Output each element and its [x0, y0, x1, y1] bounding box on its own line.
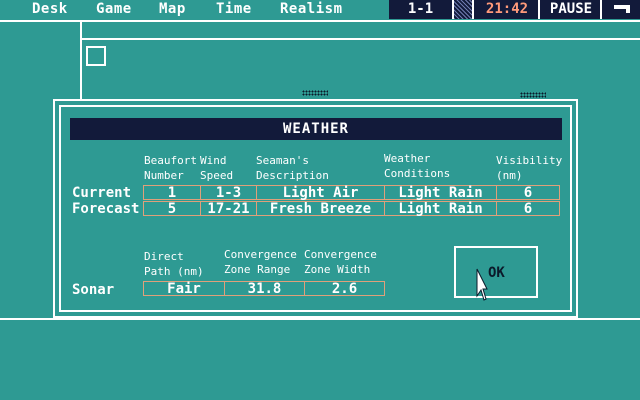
panel-hline — [80, 38, 640, 40]
row-label-sonar: Sonar — [72, 282, 115, 298]
cell-forecast-conditions: Light Rain — [384, 201, 497, 216]
row-label-current: Current — [72, 185, 132, 201]
cell-current-beaufort: 1 — [143, 185, 201, 200]
dots-marker-2 — [520, 92, 546, 98]
panel-checkbox[interactable] — [86, 46, 106, 66]
header-wind-speed: Wind Speed — [200, 154, 234, 182]
cell-sonar-range: 31.8 — [224, 281, 305, 296]
header-visibility: Visibility (nm) — [496, 154, 563, 182]
header-direct-path: Direct Path (nm) — [144, 250, 204, 278]
menu-map[interactable]: Map — [159, 1, 186, 17]
window-icon[interactable] — [600, 0, 640, 19]
cell-sonar-direct: Fair — [143, 281, 225, 296]
ok-label: OK — [488, 265, 505, 281]
cell-forecast-wind: 17-21 — [200, 201, 257, 216]
cell-forecast-visibility: 6 — [496, 201, 560, 216]
status-pattern — [452, 0, 474, 19]
menu-game[interactable]: Game — [96, 1, 132, 17]
menu-desk[interactable]: Desk — [32, 1, 68, 17]
dots-marker-1 — [302, 90, 328, 96]
cell-forecast-description: Fresh Breeze — [256, 201, 385, 216]
header-weather-conditions: Weather Conditions — [384, 152, 451, 180]
game-clock[interactable]: 21:42 — [472, 0, 540, 19]
mouse-cursor-icon — [476, 268, 488, 301]
cell-current-wind: 1-3 — [200, 185, 257, 200]
header-cz-width: Convergence Zone Width — [304, 248, 377, 276]
scenario-indicator: 1-1 — [389, 0, 452, 19]
cell-sonar-width: 2.6 — [304, 281, 385, 296]
cell-current-visibility: 6 — [496, 185, 560, 200]
header-beaufort: Beaufort Number — [144, 154, 197, 182]
cell-forecast-beaufort: 5 — [143, 201, 201, 216]
header-seaman-description: Seaman's Description — [256, 154, 329, 182]
ok-button[interactable]: OK — [454, 246, 538, 298]
menu-bar: Desk Game Map Time Realism 1-1 21:42 PAU… — [0, 0, 640, 22]
pause-button[interactable]: PAUSE — [538, 0, 602, 19]
panel-divider — [80, 22, 82, 99]
cell-current-conditions: Light Rain — [384, 185, 497, 200]
dialog-title: WEATHER — [70, 118, 562, 140]
cell-current-description: Light Air — [256, 185, 385, 200]
row-label-forecast: Forecast — [72, 201, 140, 217]
top-border — [0, 20, 640, 22]
bottom-divider — [0, 318, 640, 320]
menu-time[interactable]: Time — [216, 1, 252, 17]
menu-realism[interactable]: Realism — [280, 1, 343, 17]
header-cz-range: Convergence Zone Range — [224, 248, 297, 276]
